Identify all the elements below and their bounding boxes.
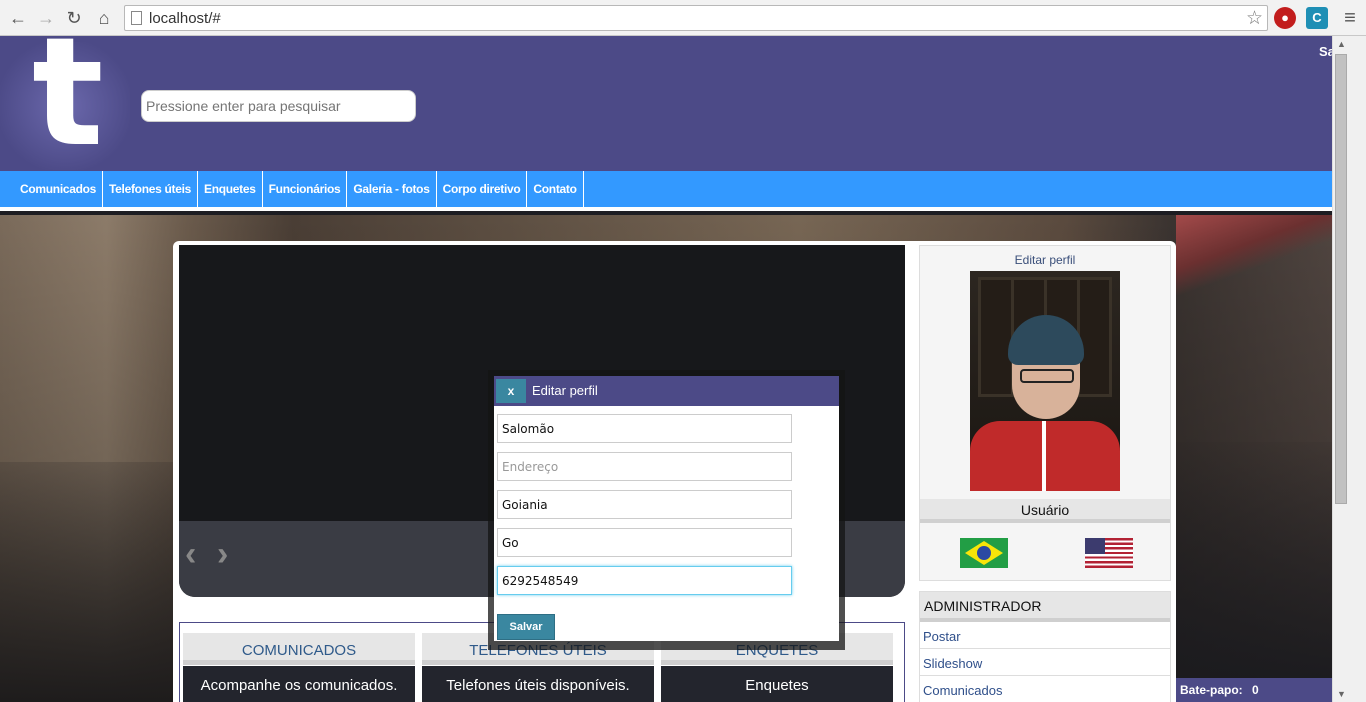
close-button[interactable]: x (496, 379, 526, 403)
usa-flag-icon[interactable] (1085, 538, 1133, 568)
admin-link-comunicados[interactable]: Comunicados (920, 676, 1170, 702)
url-text[interactable]: localhost/# (149, 10, 221, 27)
menu-item-funcionarios[interactable]: Funcionários (263, 171, 348, 207)
menu-item-enquetes[interactable]: Enquetes (198, 171, 263, 207)
chat-count: 0 (1252, 683, 1259, 697)
user-label: Usuário (920, 499, 1170, 523)
page: t Sa Comunicados Telefones úteis Enquete… (0, 36, 1332, 702)
photo-glasses (1020, 369, 1074, 383)
edit-profile-link[interactable]: Editar perfil (920, 253, 1170, 267)
profile-panel: Editar perfil Usuário (919, 245, 1171, 581)
main-menu: Comunicados Telefones úteis Enquetes Fun… (0, 171, 1332, 211)
site-logo[interactable]: t (0, 36, 130, 170)
state-field[interactable] (497, 528, 792, 557)
admin-title: ADMINISTRADOR (920, 592, 1170, 622)
address-field[interactable] (497, 452, 792, 481)
feature-box-comunicados[interactable]: COMUNICADOS Acompanhe os comunicados. (183, 633, 415, 702)
admin-link-postar[interactable]: Postar (920, 622, 1170, 649)
save-button[interactable]: Salvar (497, 614, 555, 640)
chat-bar[interactable]: Bate-papo: 0 (1176, 678, 1332, 702)
profile-photo (970, 271, 1120, 491)
menu-item-galeria[interactable]: Galeria - fotos (347, 171, 437, 207)
slideshow-next-icon[interactable]: › (217, 535, 228, 574)
feature-box-text: Telefones úteis disponíveis. (422, 666, 654, 702)
feature-box-text: Acompanhe os comunicados. (183, 666, 415, 702)
background-awning (1176, 215, 1332, 295)
reload-icon[interactable]: ↻ (62, 6, 86, 30)
menu-item-comunicados[interactable]: Comunicados (14, 171, 104, 207)
background-people-right (1172, 442, 1332, 702)
admin-panel: ADMINISTRADOR Postar Slideshow Comunicad… (919, 591, 1171, 702)
page-icon (131, 11, 142, 25)
address-bar[interactable]: localhost/# ☆ (124, 5, 1268, 31)
dialog-titlebar: x Editar perfil (494, 376, 839, 406)
home-icon[interactable]: ⌂ (92, 6, 116, 30)
browser-menu-icon[interactable]: ≡ (1338, 6, 1362, 30)
edit-profile-dialog: x Editar perfil Salvar (494, 376, 839, 641)
scrollbar-thumb[interactable] (1335, 54, 1347, 504)
feature-box-text: Enquetes (661, 666, 893, 702)
forward-icon[interactable]: → (34, 6, 58, 30)
bookmark-star-icon[interactable]: ☆ (1246, 7, 1263, 30)
feature-box-title: COMUNICADOS (183, 633, 415, 665)
search-input[interactable] (141, 90, 416, 122)
admin-link-slideshow[interactable]: Slideshow (920, 649, 1170, 676)
scroll-down-icon[interactable]: ▼ (1333, 686, 1350, 702)
brazil-flag-icon[interactable] (960, 538, 1008, 568)
back-icon[interactable]: ← (6, 6, 30, 30)
window-gutter (1349, 36, 1366, 702)
extension-icon[interactable]: C (1306, 7, 1328, 29)
chat-label: Bate-papo: (1180, 683, 1243, 697)
logo-letter: t (32, 36, 104, 180)
site-header: t Sa (0, 36, 1332, 171)
page-scrollbar[interactable]: ▲ ▼ (1332, 36, 1349, 702)
background-people-left (0, 462, 180, 702)
browser-toolbar: ← → ↻ ⌂ localhost/# ☆ ● C ≡ (0, 0, 1366, 36)
top-right-text[interactable]: Sa (1319, 44, 1332, 59)
scroll-up-icon[interactable]: ▲ (1333, 36, 1350, 52)
menu-item-telefones[interactable]: Telefones úteis (103, 171, 199, 207)
slideshow-prev-icon[interactable]: ‹ (185, 535, 196, 574)
photo-zipper (1042, 421, 1046, 491)
dialog-title: Editar perfil (532, 383, 598, 398)
adblock-icon[interactable]: ● (1274, 7, 1296, 29)
phone-field[interactable] (497, 566, 792, 595)
menu-item-contato[interactable]: Contato (527, 171, 584, 207)
name-field[interactable] (497, 414, 792, 443)
city-field[interactable] (497, 490, 792, 519)
menu-item-corpo-diretivo[interactable]: Corpo diretivo (437, 171, 528, 207)
